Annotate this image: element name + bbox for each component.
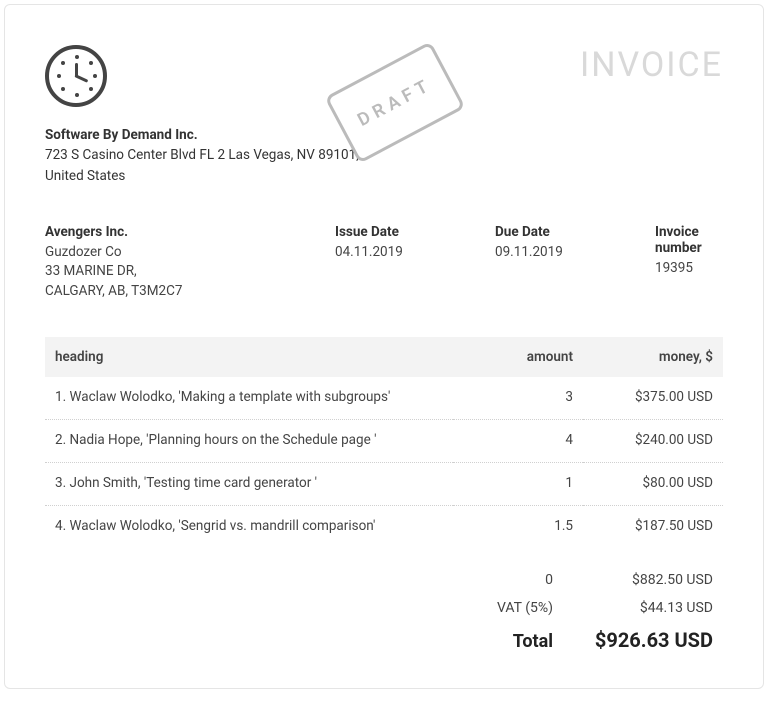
from-name: Software By Demand Inc. [45,125,359,145]
bill-to: Avengers Inc. Guzdozer Co 33 MARINE DR, … [45,224,335,302]
from-street: 723 S Casino Center Blvd FL 2 Las Vegas,… [45,145,359,165]
bill-to-street: 33 MARINE DR, [45,262,315,282]
due-date-value: 09.11.2019 [495,243,635,263]
due-date-label: Due Date [495,224,635,240]
table-row: 4. Waclaw Wolodko, 'Sengrid vs. mandrill… [45,506,723,549]
issue-date-label: Issue Date [335,224,475,240]
from-address: Software By Demand Inc. 723 S Casino Cen… [45,125,359,186]
line-items-table: heading amount money, $ 1. Waclaw Wolodk… [45,337,723,548]
vat-value: $44.13 USD [553,600,713,616]
bill-to-name: Guzdozer Co [45,243,315,263]
table-row: 2. Nadia Hope, 'Planning hours on the Sc… [45,420,723,463]
clock-logo-icon [45,45,107,107]
grand-total-row: Total $926.63 USD [45,622,723,658]
due-date: Due Date 09.11.2019 [495,224,655,302]
col-amount: amount [453,337,583,377]
grand-total-label: Total [423,631,553,652]
item-amount: 1 [453,463,583,506]
item-amount: 3 [453,377,583,420]
document-type-title: INVOICE [580,45,723,85]
item-amount: 4 [453,420,583,463]
item-heading: 2. Nadia Hope, 'Planning hours on the Sc… [45,420,453,463]
totals-section: 0 $882.50 USD VAT (5%) $44.13 USD Total … [45,566,723,658]
from-section: Software By Demand Inc. 723 S Casino Cen… [45,45,359,224]
invoice-number-label: Invoice number [655,224,703,256]
bill-to-city: CALGARY, AB, T3M2C7 [45,282,315,302]
item-heading: 3. John Smith, 'Testing time card genera… [45,463,453,506]
item-money: $375.00 USD [583,377,723,420]
item-amount: 1.5 [453,506,583,549]
col-heading: heading [45,337,453,377]
subtotal-label: 0 [423,572,553,588]
item-heading: 1. Waclaw Wolodko, 'Making a template wi… [45,377,453,420]
invoice-number-value: 19395 [655,259,703,279]
issue-date-value: 04.11.2019 [335,243,475,263]
meta-row: Avengers Inc. Guzdozer Co 33 MARINE DR, … [45,224,723,302]
col-money: money, $ [583,337,723,377]
table-header-row: heading amount money, $ [45,337,723,377]
item-money: $80.00 USD [583,463,723,506]
bill-to-label: Avengers Inc. [45,224,315,240]
table-row: 3. John Smith, 'Testing time card genera… [45,463,723,506]
invoice-page: Software By Demand Inc. 723 S Casino Cen… [4,4,764,689]
item-money: $240.00 USD [583,420,723,463]
grand-total-value: $926.63 USD [553,628,713,652]
table-row: 1. Waclaw Wolodko, 'Making a template wi… [45,377,723,420]
subtotal-row: 0 $882.50 USD [45,566,723,594]
issue-date: Issue Date 04.11.2019 [335,224,495,302]
from-country: United States [45,166,359,186]
vat-label: VAT (5%) [423,600,553,616]
subtotal-value: $882.50 USD [553,572,713,588]
vat-row: VAT (5%) $44.13 USD [45,594,723,622]
item-money: $187.50 USD [583,506,723,549]
item-heading: 4. Waclaw Wolodko, 'Sengrid vs. mandrill… [45,506,453,549]
draft-stamp-text: DRAFT [354,74,436,131]
invoice-number: Invoice number 19395 [655,224,723,302]
